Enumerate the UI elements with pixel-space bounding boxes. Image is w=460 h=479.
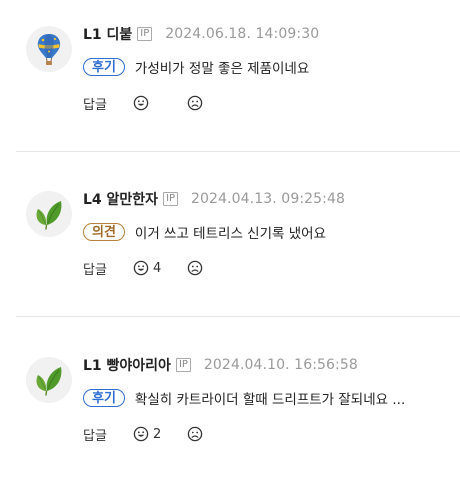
nickname[interactable]: L1 빵야아리아: [83, 355, 171, 375]
comment-meta: L4 알만한자 IP 2024.04.13. 09:25:48: [83, 189, 345, 209]
comment-body: 의견 이거 쓰고 테트리스 신기록 냈어요: [83, 221, 326, 243]
divider: [16, 316, 460, 317]
ip-badge: IP: [175, 358, 191, 372]
comment-meta: L1 디붙 IP 2024.06.18. 14:09:30: [83, 24, 319, 44]
leaf-icon: [26, 191, 72, 237]
category-tag: 의견: [83, 223, 125, 241]
nickname[interactable]: L4 알만한자: [83, 189, 158, 209]
frown-icon: [187, 95, 203, 111]
avatar[interactable]: [26, 357, 72, 403]
like-button[interactable]: 4: [133, 260, 161, 276]
avatar[interactable]: [26, 191, 72, 237]
comment-text: 확실히 카트라이더 할때 드리프트가 잘되네요 ...: [134, 392, 406, 408]
dislike-button[interactable]: [187, 260, 203, 276]
avatar[interactable]: [26, 26, 72, 72]
smile-icon: [133, 95, 149, 111]
like-count: 2: [153, 426, 162, 442]
timestamp: 2024.04.13. 09:25:48: [191, 191, 345, 207]
frown-icon: [187, 426, 203, 442]
smile-icon: [133, 426, 149, 442]
reply-button[interactable]: 답글: [83, 94, 107, 113]
dislike-button[interactable]: [187, 95, 203, 111]
like-count: 4: [153, 260, 162, 276]
timestamp: 2024.04.10. 16:56:58: [203, 357, 358, 373]
nickname[interactable]: L1 디붙: [83, 24, 132, 44]
comment-meta: L1 빵야아리아 IP 2024.04.10. 16:56:58: [83, 355, 358, 375]
frown-icon: [187, 260, 203, 276]
ip-badge: IP: [163, 192, 179, 206]
comment-text: 가성비가 정말 좋은 제품이네요: [134, 61, 310, 77]
leaf-icon: [26, 357, 72, 403]
comment-actions: 답글 4: [83, 259, 203, 278]
like-button[interactable]: 2: [133, 426, 161, 442]
ip-badge: IP: [137, 27, 153, 41]
like-button[interactable]: [133, 95, 153, 111]
divider: [16, 151, 460, 152]
reply-button[interactable]: 답글: [83, 425, 107, 444]
comment-actions: 답글 2: [83, 425, 203, 444]
comment-body: 후기 확실히 카트라이더 할때 드리프트가 잘되네요 ...: [83, 387, 405, 409]
timestamp: 2024.06.18. 14:09:30: [165, 26, 320, 42]
category-tag: 후기: [83, 389, 125, 407]
hot-air-balloon-icon: [26, 26, 72, 72]
category-tag: 후기: [83, 58, 125, 76]
smile-icon: [133, 260, 149, 276]
comment-body: 후기 가성비가 정말 좋은 제품이네요: [83, 56, 309, 78]
comment-list: L1 디붙 IP 2024.06.18. 14:09:30 후기 가성비가 정말…: [0, 0, 460, 479]
reply-button[interactable]: 답글: [83, 259, 107, 278]
dislike-button[interactable]: [187, 426, 203, 442]
comment-actions: 답글: [83, 94, 203, 113]
comment-text: 이거 쓰고 테트리스 신기록 냈어요: [134, 226, 326, 242]
